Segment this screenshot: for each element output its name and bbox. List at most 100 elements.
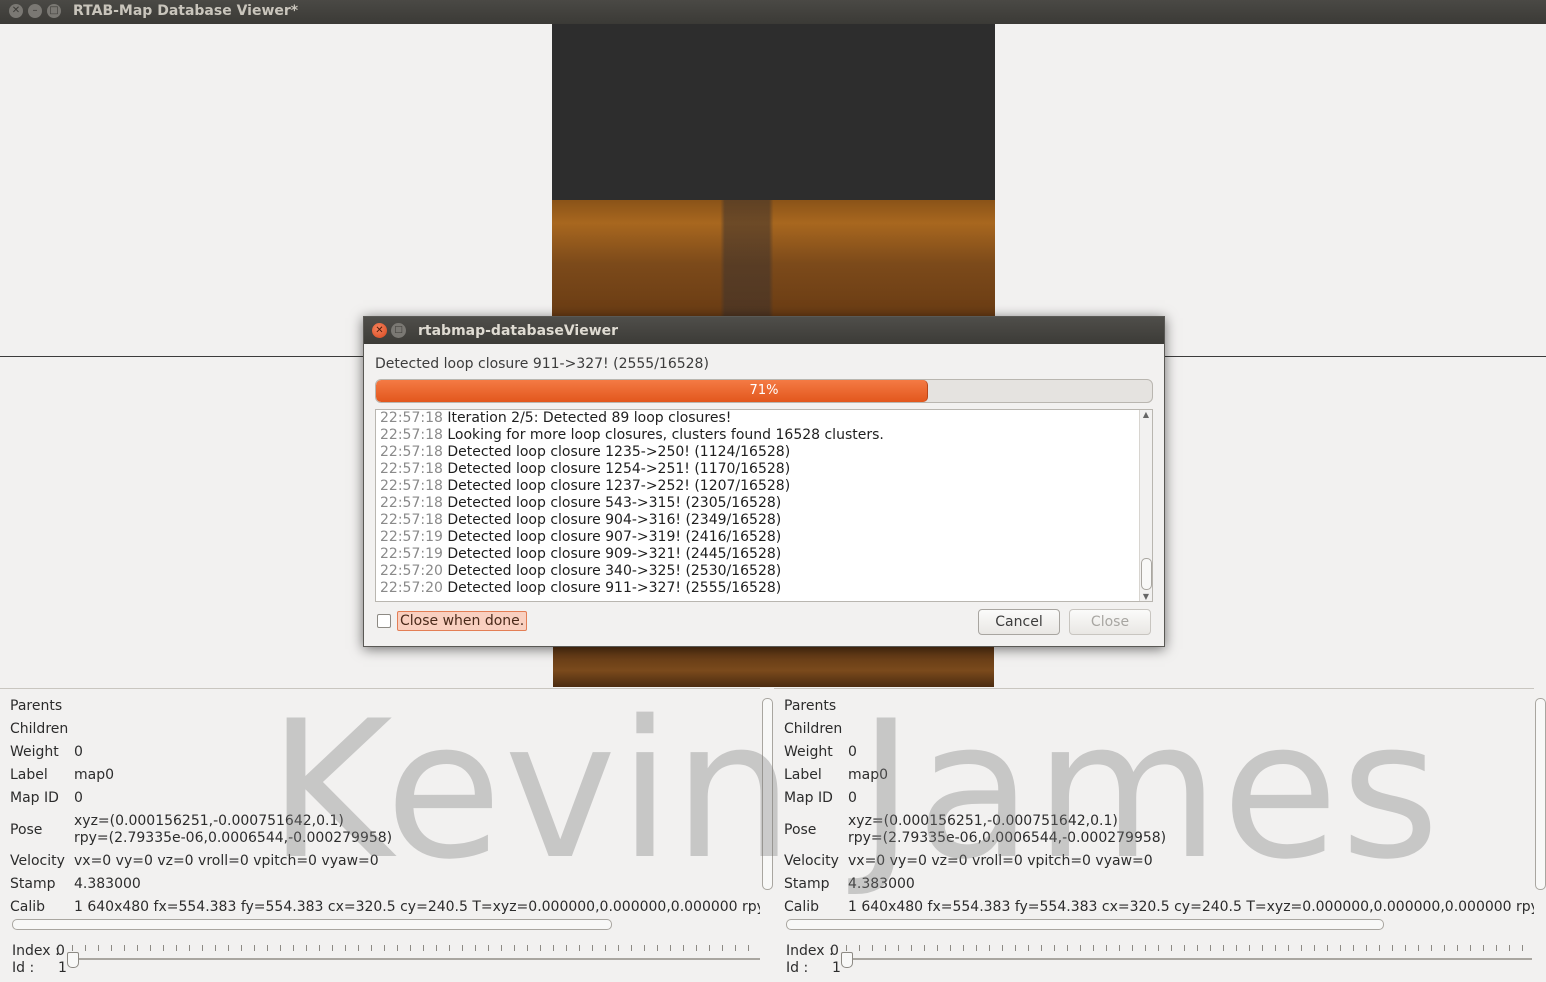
index-label: Index : (12, 943, 60, 959)
log-message: Detected loop closure 543->315! (2305/16… (447, 495, 782, 511)
log-message: Detected loop closure 1254->251! (1170/1… (447, 461, 791, 477)
log-message: Detected loop closure 340->325! (2530/16… (447, 563, 782, 579)
left-panel-vscrollbar[interactable] (761, 688, 773, 918)
stamp-row: Stamp 4.383000 (10, 876, 141, 892)
log-timestamp: 22:57:19 (380, 529, 448, 545)
log-message: Detected loop closure 907->319! (2416/16… (447, 529, 782, 545)
log-message: Detected loop closure 904->316! (2349/16… (447, 512, 782, 528)
log-line: 22:57:19 Detected loop closure 909->321!… (380, 546, 884, 563)
right-index-slider[interactable] (846, 958, 1532, 960)
log-line: 22:57:19 Detected loop closure 907->319!… (380, 529, 884, 546)
weight-row: Weight 0 (10, 744, 83, 760)
parents-row: Parents (10, 698, 63, 714)
right-node-info-panel: Parents Children Weight 0 Label map0 Map I… (774, 688, 1546, 919)
log-message: Detected loop closure 1235->250! (1124/1… (447, 444, 791, 460)
dialog-close-icon[interactable]: ✕ (372, 323, 387, 338)
mapid-row: Map ID 0 (784, 790, 857, 806)
dialog-status-text: Detected loop closure 911->327! (2555/16… (375, 356, 709, 372)
calib-row: Calib 1 640x480 fx=554.383 fy=554.383 cx=… (784, 899, 1534, 915)
right-panel-vscrollbar[interactable] (1534, 688, 1546, 918)
id-value: 1 (832, 960, 841, 976)
pose-row: Pose xyz=(0.000156251,-0.000751642,0.1) r… (784, 813, 1167, 846)
progress-bar: 71% (375, 379, 1153, 403)
log-line: 22:57:20 Detected loop closure 340->325!… (380, 563, 884, 580)
right-index-slider-area: Index : 0 Id : 1 (774, 938, 1546, 982)
log-line: 22:57:18 Detected loop closure 1237->252… (380, 478, 884, 495)
velocity-row: Velocity vx=0 vy=0 vz=0 vroll=0 vpitch=0 … (10, 853, 379, 869)
calib-row: Calib 1 640x480 fx=554.383 fy=554.383 cx=… (10, 899, 760, 915)
mapid-row: Map ID 0 (10, 790, 83, 806)
id-label: Id : (786, 960, 809, 976)
dialog-maximize-icon[interactable]: □ (391, 323, 406, 338)
close-when-done-label[interactable]: Close when done. (397, 611, 528, 631)
log-timestamp: 22:57:18 (380, 461, 448, 477)
scroll-down-icon[interactable]: ▼ (1141, 592, 1151, 601)
log-timestamp: 22:57:18 (380, 478, 448, 494)
left-index-slider-area: Index : 0 Id : 1 (0, 938, 770, 982)
dialog-title: rtabmap-databaseViewer (418, 323, 619, 339)
right-panel-hscrollbar[interactable] (776, 918, 1532, 930)
minimize-icon[interactable]: – (28, 4, 42, 18)
scroll-up-icon[interactable]: ▲ (1141, 410, 1151, 419)
children-row: Children (784, 721, 843, 737)
pose-xyz: xyz=(0.000156251,-0.000751642,0.1) (848, 813, 1118, 829)
log-line: 22:57:20 Detected loop closure 911->327!… (380, 580, 884, 597)
parents-row: Parents (784, 698, 837, 714)
log-line: 22:57:18 Looking for more loop closures,… (380, 427, 884, 444)
log-timestamp: 22:57:18 (380, 410, 448, 426)
log-message: Detected loop closure 909->321! (2445/16… (447, 546, 782, 562)
log-timestamp: 22:57:18 (380, 444, 448, 460)
log-line: 22:57:18 Detected loop closure 1235->250… (380, 444, 884, 461)
pose-rpy: rpy=(2.79335e-06,0.0006544,-0.000279958) (74, 830, 393, 846)
left-node-info-panel: Parents Children Weight 0 Label map0 Map I… (0, 688, 760, 919)
camera-image-top (552, 24, 995, 316)
log-scrollbar[interactable]: ▲ ▼ (1139, 410, 1152, 601)
slider-ticks (846, 945, 1532, 951)
log-message: Iteration 2/5: Detected 89 loop closures… (447, 410, 732, 426)
right-panel-hscroll-thumb[interactable] (786, 919, 1384, 930)
window-titlebar: ✕ – □ RTAB-Map Database Viewer* (0, 0, 1546, 24)
log-message: Detected loop closure 1237->252! (1207/1… (447, 478, 791, 494)
progress-label: 71% (749, 383, 779, 398)
log-view[interactable]: 22:57:18 Iteration 2/5: Detected 89 loop… (375, 409, 1153, 602)
window-title: RTAB-Map Database Viewer* (73, 3, 299, 19)
left-panel-hscroll-thumb[interactable] (12, 919, 612, 930)
index-value: 0 (56, 943, 65, 959)
left-panel-vscroll-thumb[interactable] (762, 698, 773, 890)
left-panel-hscrollbar[interactable] (2, 918, 760, 930)
slider-ticks (72, 945, 760, 951)
log-timestamp: 22:57:18 (380, 427, 448, 443)
close-icon[interactable]: ✕ (9, 4, 23, 18)
children-row: Children (10, 721, 69, 737)
pose-xyz: xyz=(0.000156251,-0.000751642,0.1) (74, 813, 344, 829)
dialog-titlebar: ✕ □ rtabmap-databaseViewer (364, 317, 1164, 344)
label-row: Label map0 (10, 767, 115, 783)
progress-dialog: ✕ □ rtabmap-databaseViewer Detected loop… (363, 316, 1165, 647)
log-line: 22:57:18 Detected loop closure 543->315!… (380, 495, 884, 512)
close-when-done-checkbox[interactable] (377, 614, 391, 628)
log-timestamp: 22:57:20 (380, 563, 448, 579)
log-message: Looking for more loop closures, clusters… (447, 427, 884, 443)
index-label: Index : (786, 943, 834, 959)
right-panel-vscroll-thumb[interactable] (1535, 698, 1546, 890)
velocity-row: Velocity vx=0 vy=0 vz=0 vroll=0 vpitch=0 … (784, 853, 1153, 869)
left-index-slider-handle[interactable] (67, 952, 79, 968)
label-row: Label map0 (784, 767, 889, 783)
log-scrollbar-thumb[interactable] (1141, 558, 1152, 590)
stamp-row: Stamp 4.383000 (784, 876, 915, 892)
left-index-slider[interactable] (72, 958, 760, 960)
close-button[interactable]: Close (1069, 609, 1151, 635)
index-value: 0 (830, 943, 839, 959)
log-lines: 22:57:18 Iteration 2/5: Detected 89 loop… (380, 410, 884, 597)
log-message: Detected loop closure 911->327! (2555/16… (447, 580, 782, 596)
pose-rpy: rpy=(2.79335e-06,0.0006544,-0.000279958) (848, 830, 1167, 846)
weight-row: Weight 0 (784, 744, 857, 760)
log-line: 22:57:18 Iteration 2/5: Detected 89 loop… (380, 410, 884, 427)
right-index-slider-handle[interactable] (841, 952, 853, 968)
maximize-icon[interactable]: □ (47, 4, 61, 18)
log-timestamp: 22:57:20 (380, 580, 448, 596)
log-timestamp: 22:57:19 (380, 546, 448, 562)
log-line: 22:57:18 Detected loop closure 904->316!… (380, 512, 884, 529)
log-timestamp: 22:57:18 (380, 512, 448, 528)
cancel-button[interactable]: Cancel (978, 609, 1060, 635)
